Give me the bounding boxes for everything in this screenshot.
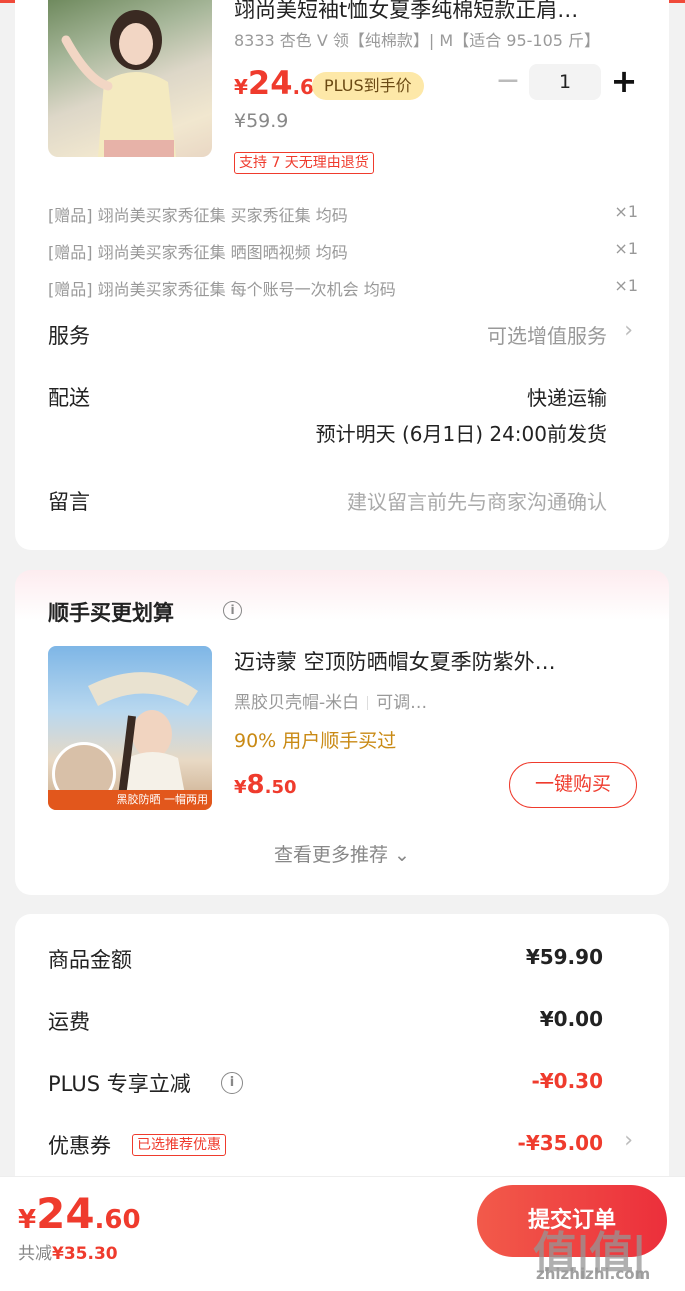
shipping-label: 运费: [48, 1010, 90, 1034]
one-click-buy-button[interactable]: 一键购买: [509, 762, 637, 808]
plus-discount-label: PLUS 专享立减: [48, 1072, 191, 1096]
service-option[interactable]: 可选增值服务: [487, 320, 607, 349]
shipping-value: ¥0.00: [539, 1007, 603, 1031]
recommend-product-name[interactable]: 迈诗蒙 空顶防晒帽女夏季防紫外…: [234, 646, 634, 676]
recommend-product-spec[interactable]: 黑胶贝壳帽-米白 可调…: [234, 688, 427, 713]
coupon-label: 优惠券: [48, 1134, 111, 1158]
delivery-label: 配送: [48, 386, 90, 410]
recommend-bought-rate: 90% 用户顺手买过: [234, 730, 397, 752]
price-summary-card: 商品金额 ¥59.90 运费 ¥0.00 PLUS 专享立减 i -¥0.30 …: [15, 914, 669, 1184]
chevron-right-icon[interactable]: ›: [624, 1128, 633, 1153]
gift-item: [赠品] 翊尚美买家秀征集 买家秀征集 均码 ×1: [48, 202, 638, 225]
quantity-increase-button[interactable]: +: [609, 64, 639, 100]
coupon-value[interactable]: -¥35.00: [518, 1131, 603, 1155]
quantity-decrease-button[interactable]: −: [493, 64, 523, 100]
total-price: ¥24.60: [18, 1189, 141, 1238]
service-label: 服务: [48, 324, 90, 348]
goods-amount-label: 商品金额: [48, 948, 132, 972]
recommend-product-image[interactable]: 黑胶防晒 一帽两用: [48, 646, 212, 810]
goods-amount-value: ¥59.90: [525, 945, 603, 969]
plus-discount-value: -¥0.30: [531, 1069, 603, 1093]
delivery-method: 快递运输: [527, 386, 607, 410]
product-price: ¥24.6: [234, 64, 314, 102]
coupon-selected-badge: 已选推荐优惠: [132, 1134, 226, 1156]
quantity-input[interactable]: 1: [529, 64, 601, 100]
saved-amount: 共减¥35.30: [18, 1244, 118, 1264]
gift-item: [赠品] 翊尚美买家秀征集 每个账号一次机会 均码 ×1: [48, 276, 638, 299]
message-input[interactable]: 建议留言前先与商家沟通确认: [347, 486, 607, 515]
gift-item: [赠品] 翊尚美买家秀征集 晒图晒视频 均码 ×1: [48, 239, 638, 262]
image-banner: 黑胶防晒 一帽两用: [48, 790, 212, 810]
checkout-bar: ¥24.60 共减¥35.30 提交订单 值|值|值 zhizhizhi.com: [0, 1176, 685, 1291]
info-icon[interactable]: i: [221, 1072, 243, 1094]
info-icon[interactable]: i: [223, 601, 242, 620]
original-price: ¥59.9: [234, 110, 289, 132]
delivery-eta: 预计明天 (6月1日) 24:00前发货: [315, 422, 607, 446]
recommend-card: 顺手买更划算 i 黑胶防晒 一帽两用 迈诗蒙 空顶防晒帽女夏季防紫外… 黑胶贝壳…: [15, 570, 669, 895]
product-title[interactable]: 翊尚美短袖t恤女夏季纯棉短款正肩…: [234, 0, 644, 24]
site-watermark-url: zhizhizhi.com: [536, 1265, 651, 1283]
return-policy-badge: 支持 7 天无理由退货: [234, 152, 374, 174]
order-item-card: 翊尚美短袖t恤女夏季纯棉短款正肩… 8333 杏色 V 领【纯棉款】| M【适合…: [15, 0, 669, 550]
plus-price-tag: PLUS到手价: [312, 72, 424, 100]
recommend-title: 顺手买更划算: [48, 601, 174, 625]
recommend-price: ¥8.50: [234, 770, 297, 800]
chevron-right-icon[interactable]: ›: [624, 318, 633, 343]
message-label: 留言: [48, 490, 90, 514]
product-spec[interactable]: 8333 杏色 V 领【纯棉款】| M【适合 95-105 斤】: [234, 27, 644, 51]
product-image[interactable]: [48, 0, 212, 157]
more-recommend-link[interactable]: 查看更多推荐 ⌄: [15, 840, 669, 867]
